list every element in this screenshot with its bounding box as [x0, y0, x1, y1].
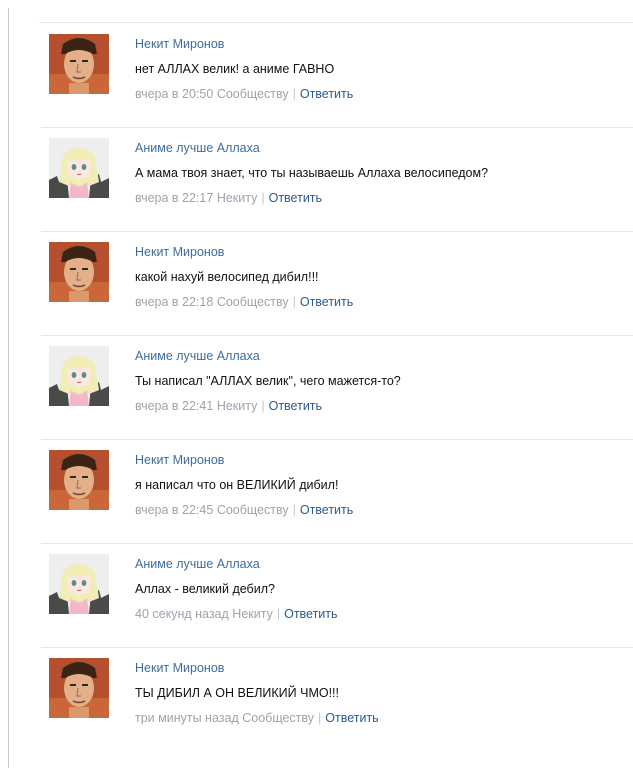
- comment-meta: вчера в 22:18 Сообществу | Ответить: [135, 295, 353, 309]
- anime-girl-avatar-icon[interactable]: [49, 346, 109, 406]
- meta-separator: |: [261, 399, 265, 413]
- comment-meta: 40 секунд назад Некиту | Ответить: [135, 607, 338, 621]
- comment-time[interactable]: вчера в 22:17: [135, 191, 213, 205]
- meta-separator: |: [292, 295, 296, 309]
- reply-link[interactable]: Ответить: [269, 191, 322, 205]
- anime-girl-avatar-icon[interactable]: [49, 554, 109, 614]
- meta-separator: |: [292, 87, 296, 101]
- comment-item: Аниме лучше Аллаха А мама твоя знает, чт…: [41, 128, 633, 232]
- comment-text: нет АЛЛАХ велик! а аниме ГАВНО: [135, 62, 335, 76]
- anime-girl-avatar-icon[interactable]: [49, 138, 109, 198]
- comment-text: какой нахуй велосипед дибил!!!: [135, 270, 319, 284]
- comment-text: ТЫ ДИБИЛ А ОН ВЕЛИКИЙ ЧМО!!!: [135, 686, 339, 700]
- comment-time[interactable]: 40 секунд назад: [135, 607, 229, 621]
- comment-text: я написал что он ВЕЛИКИЙ дибил!: [135, 478, 339, 492]
- comment-recipient[interactable]: Сообществу: [217, 503, 289, 517]
- comment-text: А мама твоя знает, что ты называешь Алла…: [135, 166, 489, 180]
- comment-time[interactable]: вчера в 22:45: [135, 503, 213, 517]
- comment-meta: три минуты назад Сообществу | Ответить: [135, 711, 379, 725]
- comment-recipient[interactable]: Некиту: [232, 607, 273, 621]
- comment-thread: Некит Миронов нет АЛЛАХ велик! а аниме Г…: [8, 8, 633, 768]
- reply-link[interactable]: Ответить: [269, 399, 322, 413]
- comment-text: Аллах - великий дебил?: [135, 582, 275, 596]
- man-avatar-icon[interactable]: [49, 450, 109, 510]
- comment-time[interactable]: вчера в 20:50: [135, 87, 213, 101]
- comment-item: Некит Миронов нет АЛЛАХ велик! а аниме Г…: [41, 24, 633, 128]
- reply-link[interactable]: Ответить: [300, 503, 353, 517]
- comment-author[interactable]: Аниме лучше Аллаха: [135, 557, 260, 571]
- man-avatar-icon[interactable]: [49, 242, 109, 302]
- comment-meta: вчера в 22:17 Некиту | Ответить: [135, 191, 322, 205]
- comment-meta: вчера в 20:50 Сообществу | Ответить: [135, 87, 353, 101]
- meta-separator: |: [318, 711, 322, 725]
- comment-recipient[interactable]: Сообществу: [217, 87, 289, 101]
- reply-link[interactable]: Ответить: [284, 607, 337, 621]
- man-avatar-icon[interactable]: [49, 34, 109, 94]
- reply-link[interactable]: Ответить: [300, 295, 353, 309]
- reply-link[interactable]: Ответить: [300, 87, 353, 101]
- comment-recipient[interactable]: Сообществу: [242, 711, 314, 725]
- comment-meta: вчера в 22:45 Сообществу | Ответить: [135, 503, 353, 517]
- comment-author[interactable]: Некит Миронов: [135, 37, 224, 51]
- meta-separator: |: [292, 503, 296, 517]
- comment-text: Ты написал "АЛЛАХ велик", чего мажется-т…: [135, 374, 401, 388]
- meta-separator: |: [276, 607, 281, 621]
- comment-item: Аниме лучше Аллаха Ты написал "АЛЛАХ вел…: [41, 336, 633, 440]
- man-avatar-icon[interactable]: [49, 658, 109, 718]
- comment-recipient[interactable]: Некиту: [217, 191, 258, 205]
- comment-author[interactable]: Некит Миронов: [135, 661, 224, 675]
- comment-item: Некит Миронов ТЫ ДИБИЛ А ОН ВЕЛИКИЙ ЧМО!…: [41, 648, 633, 752]
- comment-item: Аниме лучше Аллаха Аллах - великий дебил…: [41, 544, 633, 648]
- comment-recipient[interactable]: Некиту: [217, 399, 258, 413]
- comment-author[interactable]: Некит Миронов: [135, 245, 224, 259]
- meta-separator: |: [261, 191, 265, 205]
- comment-item: Некит Миронов я написал что он ВЕЛИКИЙ д…: [41, 440, 633, 544]
- comment-time[interactable]: вчера в 22:18: [135, 295, 213, 309]
- divider: [39, 22, 633, 23]
- comment-time[interactable]: вчера в 22:41: [135, 399, 213, 413]
- comment-author[interactable]: Аниме лучше Аллаха: [135, 141, 260, 155]
- comment-item: Некит Миронов какой нахуй велосипед диби…: [41, 232, 633, 336]
- comment-recipient[interactable]: Сообществу: [217, 295, 289, 309]
- comment-author[interactable]: Некит Миронов: [135, 453, 224, 467]
- reply-link[interactable]: Ответить: [325, 711, 378, 725]
- comment-meta: вчера в 22:41 Некиту | Ответить: [135, 399, 322, 413]
- comment-author[interactable]: Аниме лучше Аллаха: [135, 349, 260, 363]
- comment-time[interactable]: три минуты назад: [135, 711, 239, 725]
